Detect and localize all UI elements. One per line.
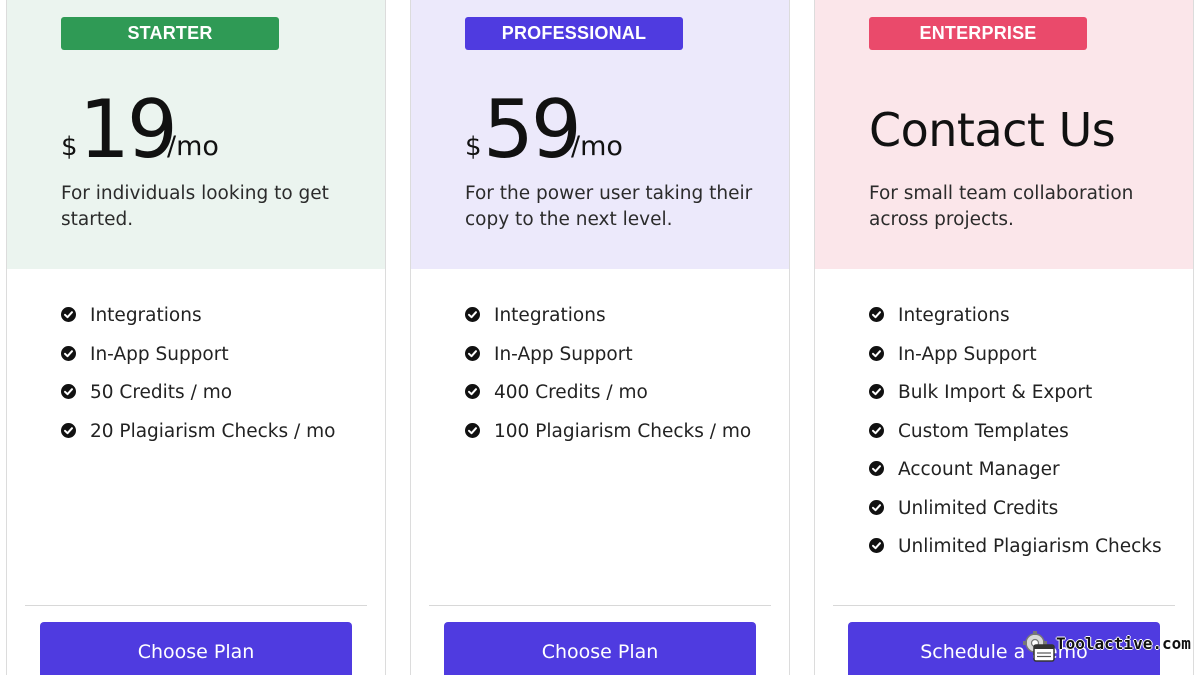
- check-circle-icon: [869, 384, 884, 399]
- price-amount: 59: [483, 83, 582, 176]
- check-circle-icon: [869, 538, 884, 553]
- price-period: /mo: [571, 131, 623, 162]
- plan-header: ENTERPRISE Contact Us For small team col…: [815, 0, 1193, 269]
- check-circle-icon: [869, 499, 884, 515]
- check-circle-icon: [869, 461, 884, 476]
- plan-header: PROFESSIONAL $ 59 /mo For the power user…: [411, 0, 789, 269]
- price-period: /mo: [167, 131, 219, 162]
- feature-label: Integrations: [898, 305, 1010, 326]
- plan-card-starter: STARTER $ 19 /mo For individuals looking…: [6, 0, 386, 675]
- currency-symbol: $: [61, 132, 78, 162]
- feature-label: 400 Credits / mo: [494, 382, 648, 403]
- currency-symbol: $: [465, 132, 482, 162]
- feature-label: 100 Plagiarism Checks / mo: [494, 420, 752, 442]
- choose-plan-button[interactable]: Choose Plan: [444, 622, 756, 675]
- schedule-demo-button[interactable]: Schedule a Demo: [848, 622, 1160, 675]
- check-circle-icon: [869, 422, 884, 438]
- feature-label: Integrations: [494, 305, 606, 326]
- price-amount: 19: [79, 83, 178, 176]
- check-circle-icon: [465, 384, 480, 399]
- plan-card-professional: PROFESSIONAL $ 59 /mo For the power user…: [410, 0, 790, 675]
- feature-label: Custom Templates: [898, 420, 1069, 442]
- plan-card-enterprise: ENTERPRISE Contact Us For small team col…: [814, 0, 1194, 675]
- feature-label: Account Manager: [898, 459, 1060, 480]
- divider: [429, 605, 771, 606]
- feature-label: In-App Support: [898, 343, 1037, 365]
- check-circle-icon: [465, 307, 480, 322]
- plan-header: STARTER $ 19 /mo For individuals looking…: [7, 0, 385, 269]
- divider: [833, 605, 1175, 606]
- check-circle-icon: [61, 345, 76, 361]
- check-circle-icon: [869, 345, 884, 361]
- choose-plan-button[interactable]: Choose Plan: [40, 622, 352, 675]
- check-circle-icon: [465, 422, 480, 438]
- feature-label: In-App Support: [494, 343, 633, 365]
- check-circle-icon: [465, 345, 480, 361]
- feature-label: 50 Credits / mo: [90, 382, 233, 403]
- feature-label: 20 Plagiarism Checks / mo: [90, 420, 336, 442]
- feature-label: Bulk Import & Export: [898, 382, 1093, 403]
- feature-label: Unlimited Plagiarism Checks: [898, 536, 1162, 557]
- plan-badge: STARTER: [61, 17, 279, 50]
- feature-label: In-App Support: [90, 343, 229, 365]
- plan-description: For individuals looking to get started.: [61, 183, 329, 230]
- feature-label: Unlimited Credits: [898, 497, 1059, 519]
- plan-badge: PROFESSIONAL: [465, 17, 683, 50]
- check-circle-icon: [869, 307, 884, 322]
- plan-description: For small team collaboration across proj…: [869, 183, 1134, 230]
- check-circle-icon: [61, 422, 76, 438]
- check-circle-icon: [61, 384, 76, 399]
- plan-badge: ENTERPRISE: [869, 17, 1087, 50]
- feature-label: Integrations: [90, 305, 202, 326]
- divider: [25, 605, 367, 606]
- plan-description: For the power user taking their copy to …: [465, 183, 753, 230]
- contact-us-headline: Contact Us: [869, 103, 1116, 157]
- check-circle-icon: [61, 307, 76, 322]
